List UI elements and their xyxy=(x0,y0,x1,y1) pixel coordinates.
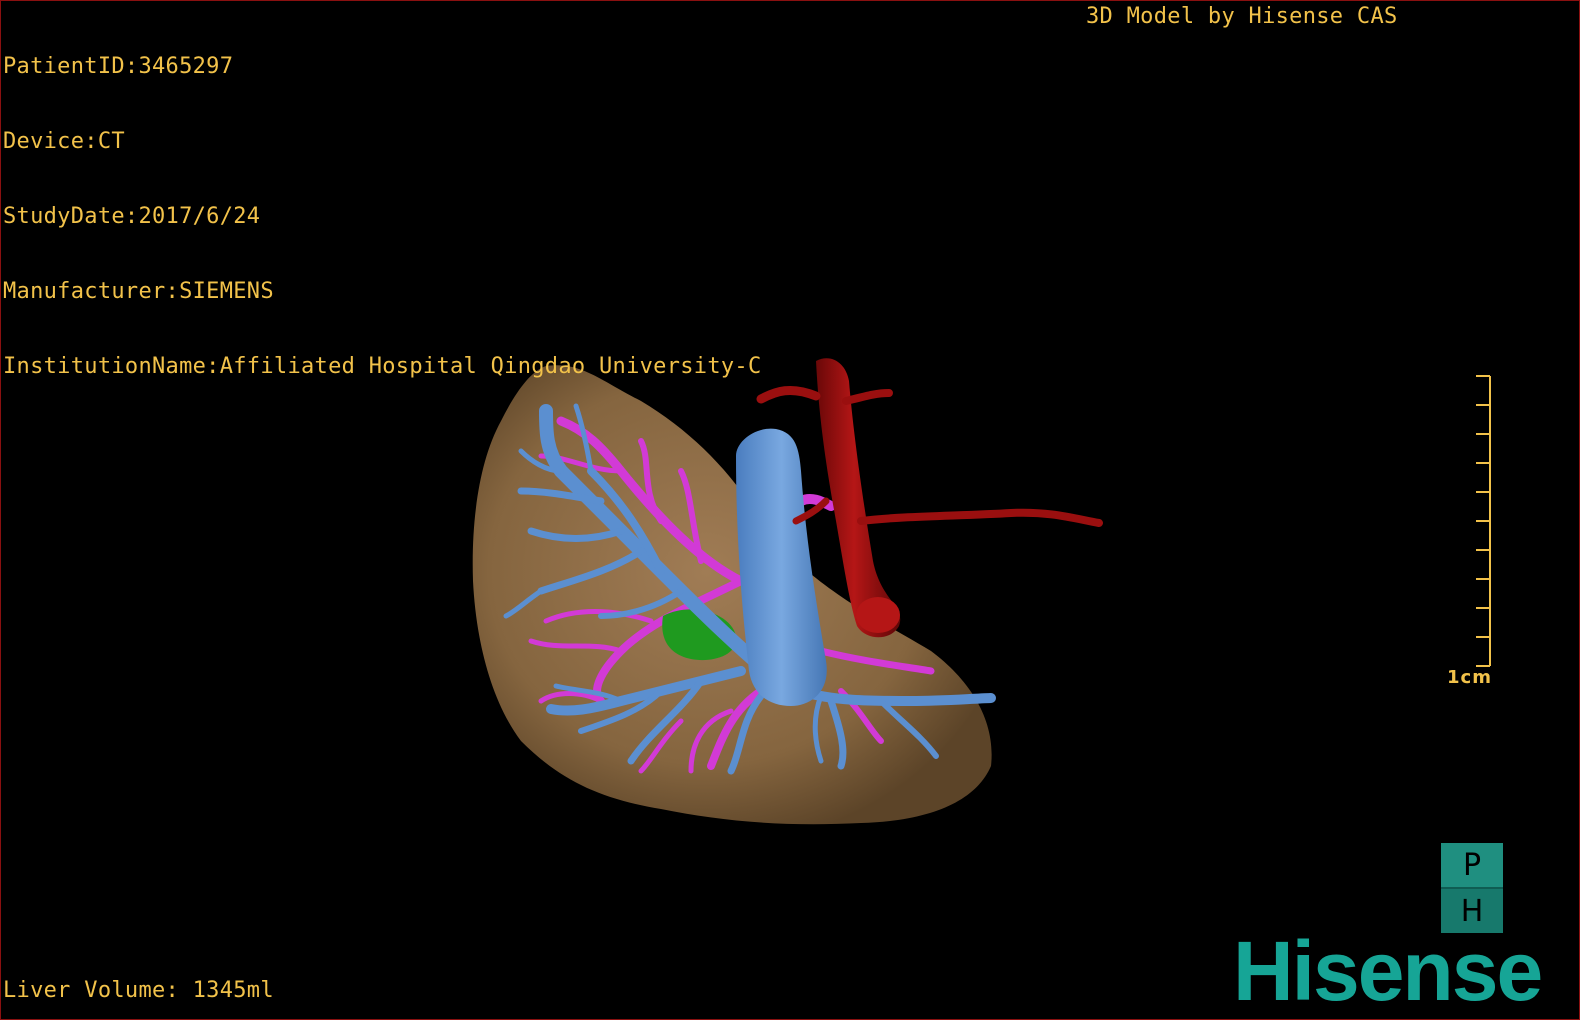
inferior-vena-cava xyxy=(736,428,827,706)
patient-id-text: PatientID:3465297 xyxy=(3,54,234,79)
manufacturer-text: Manufacturer:SIEMENS xyxy=(3,279,274,304)
dicom-info-overlay: PatientID:3465297 Device:CT StudyDate:20… xyxy=(3,4,762,429)
orientation-cube[interactable]: P H xyxy=(1441,843,1503,933)
model-credit-text: 3D Model by Hisense CAS xyxy=(1086,4,1398,29)
scale-bar xyxy=(1476,375,1491,667)
orientation-face-posterior: P xyxy=(1441,843,1503,887)
institution-text: InstitutionName:Affiliated Hospital Qing… xyxy=(3,354,762,379)
liver-volume-text: Liver Volume: 1345ml xyxy=(3,978,274,1003)
3d-viewport[interactable]: PatientID:3465297 Device:CT StudyDate:20… xyxy=(0,0,1580,1020)
device-text: Device:CT xyxy=(3,129,125,154)
scale-label: 1cm xyxy=(1447,667,1492,688)
study-date-text: StudyDate:2017/6/24 xyxy=(3,204,261,229)
hisense-logo: Hisense xyxy=(1233,924,1543,1018)
